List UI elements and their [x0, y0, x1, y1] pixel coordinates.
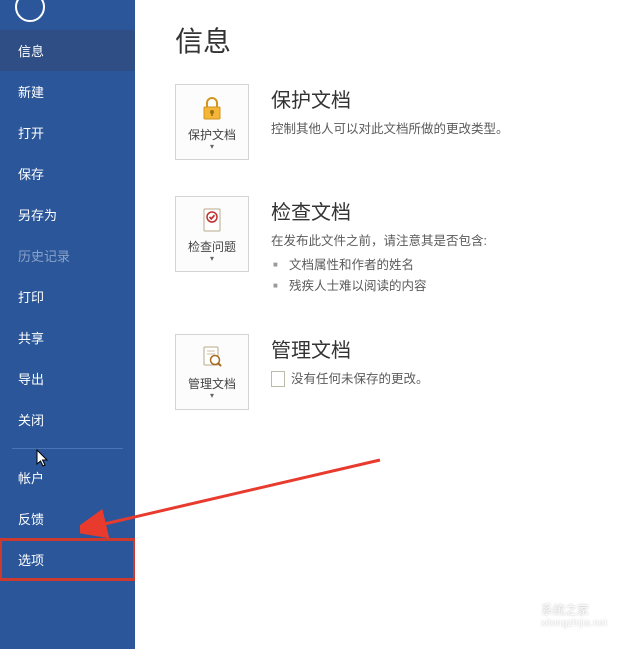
inspect-bullet-list: 文档属性和作者的姓名 残疾人士难以阅读的内容 [271, 255, 625, 298]
sidebar-item-save[interactable]: 保存 [0, 153, 135, 194]
section-protect: 保护文档 ▾ 保护文档 控制其他人可以对此文档所做的更改类型。 [175, 84, 625, 160]
document-search-icon [196, 343, 228, 371]
section-desc: 控制其他人可以对此文档所做的更改类型。 [271, 119, 625, 139]
chevron-down-icon: ▾ [210, 392, 214, 400]
chevron-down-icon: ▾ [210, 255, 214, 263]
sidebar-item-options[interactable]: 选项 [0, 539, 135, 580]
sidebar-item-feedback[interactable]: 反馈 [0, 498, 135, 539]
sidebar: 信息 新建 打开 保存 另存为 历史记录 打印 共享 导出 关闭 帐户 反馈 选… [0, 0, 135, 649]
document-icon [271, 371, 285, 387]
section-manage: 管理文档 ▾ 管理文档 没有任何未保存的更改。 [175, 334, 625, 410]
lock-icon [196, 94, 228, 122]
section-desc: 在发布此文件之前，请注意其是否包含: [271, 231, 625, 251]
content-area: 信息 保护文档 ▾ 保护文档 控制其他人可以对此文档所做的更改类型。 [135, 0, 625, 649]
tile-label: 保护文档 [188, 126, 236, 143]
tile-label: 检查问题 [188, 238, 236, 255]
watermark: 系统之家 xitongzhijia.net [499, 601, 607, 631]
section-inspect: 检查问题 ▾ 检查文档 在发布此文件之前，请注意其是否包含: 文档属性和作者的姓… [175, 196, 625, 298]
sidebar-item-saveas[interactable]: 另存为 [0, 194, 135, 235]
page-title: 信息 [175, 20, 625, 60]
sidebar-divider [12, 448, 123, 449]
list-item: 文档属性和作者的姓名 [271, 255, 625, 276]
list-item: 残疾人士难以阅读的内容 [271, 276, 625, 297]
sidebar-item-share[interactable]: 共享 [0, 317, 135, 358]
section-desc: 没有任何未保存的更改。 [271, 369, 625, 389]
section-title: 管理文档 [271, 334, 625, 363]
sidebar-item-account[interactable]: 帐户 [0, 457, 135, 498]
manage-desc-text: 没有任何未保存的更改。 [291, 372, 429, 386]
sidebar-item-history[interactable]: 历史记录 [0, 235, 135, 276]
tile-label: 管理文档 [188, 375, 236, 392]
sidebar-item-info[interactable]: 信息 [0, 30, 135, 71]
sidebar-item-export[interactable]: 导出 [0, 358, 135, 399]
sidebar-item-print[interactable]: 打印 [0, 276, 135, 317]
sidebar-item-open[interactable]: 打开 [0, 112, 135, 153]
chevron-down-icon: ▾ [210, 143, 214, 151]
inspect-document-tile[interactable]: 检查问题 ▾ [175, 196, 249, 272]
manage-document-tile[interactable]: 管理文档 ▾ [175, 334, 249, 410]
watermark-title: 系统之家 [541, 603, 607, 617]
protect-document-tile[interactable]: 保护文档 ▾ [175, 84, 249, 160]
sidebar-item-close[interactable]: 关闭 [0, 399, 135, 440]
checkmark-page-icon [196, 206, 228, 234]
section-title: 检查文档 [271, 196, 625, 225]
back-button[interactable] [15, 0, 45, 22]
house-icon [499, 601, 535, 631]
section-title: 保护文档 [271, 84, 625, 113]
watermark-sub: xitongzhijia.net [541, 618, 607, 629]
sidebar-item-new[interactable]: 新建 [0, 71, 135, 112]
